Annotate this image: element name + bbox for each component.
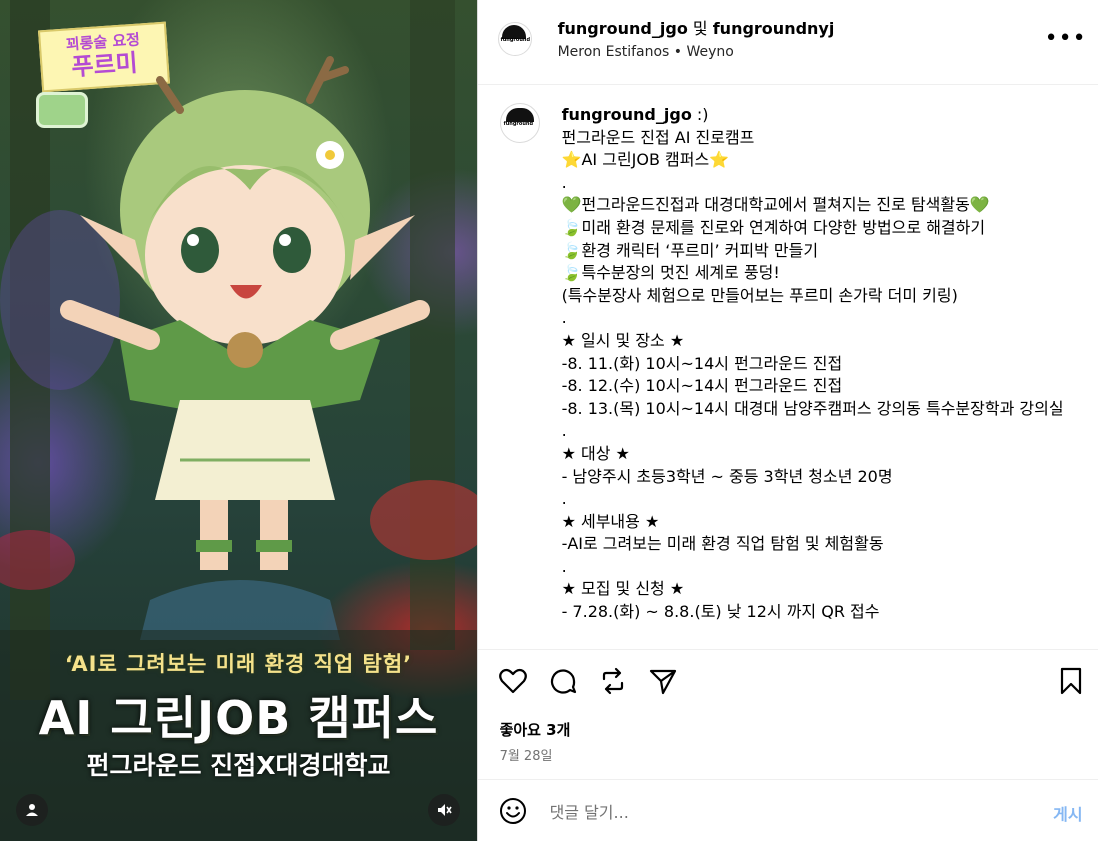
comment-icon[interactable] [548, 666, 578, 696]
post-authors: funground_jgo 및 fungroundnyj [558, 15, 835, 39]
caption-username[interactable]: funground_jgo [562, 105, 692, 124]
bookmark-icon[interactable] [1056, 666, 1086, 696]
elf-character-illustration [60, 56, 430, 570]
comment-input[interactable] [547, 800, 1002, 824]
post-date[interactable]: 7월 28일 [500, 745, 553, 764]
mute-button[interactable] [428, 794, 460, 826]
user-tag-button[interactable] [16, 794, 48, 826]
post-header: funground funground_jgo 및 fungroundnyj M… [477, 0, 1098, 85]
post-comment-button[interactable]: 게시 [1053, 801, 1082, 825]
mute-icon [438, 804, 452, 816]
user-tag-icon [26, 804, 38, 816]
emoji-icon[interactable] [498, 796, 528, 826]
comment-bar: 게시 [477, 779, 1098, 842]
heart-icon[interactable] [498, 666, 528, 696]
account-avatar[interactable]: funground [497, 22, 532, 56]
caption-text: funground_jgo :) 펀그라운드 진접 AI 진로캠프 ⭐AI 그린… [562, 104, 1082, 624]
post-media[interactable]: 꾀롱술 요정 푸르미 ‘AI로 그려보는 미래 환경 직업 탐험’ AI 그린J… [0, 0, 477, 841]
post-sidebar: funground funground_jgo 및 fungroundnyj M… [476, 0, 1098, 842]
audio-label[interactable]: Meron Estifanos • Weyno [558, 44, 734, 60]
action-bar: 좋아요 3개 7월 28일 [477, 649, 1098, 780]
author-link-1[interactable]: funground_jgo [558, 19, 688, 38]
media-subtitle: ‘AI로 그려보는 미래 환경 직업 탐험’ [64, 652, 413, 676]
more-options-button[interactable]: ••• [1045, 26, 1087, 51]
repost-icon[interactable] [598, 666, 628, 696]
authors-joiner: 및 [687, 19, 713, 38]
like-count[interactable]: 좋아요 3개 [500, 719, 571, 740]
caption-avatar[interactable]: funground [499, 103, 540, 143]
caption-area: funground funground_jgo :) 펀그라운드 진접 AI 진… [478, 85, 1098, 648]
caption-body: :) 펀그라운드 진접 AI 진로캠프 ⭐AI 그린JOB 캠퍼스⭐ . 💚펀그… [561, 105, 1064, 622]
media-title: AI 그린JOB 캠퍼스 [38, 691, 439, 745]
media-org: 펀그라운드 진접X대경대학교 [86, 751, 391, 780]
author-link-2[interactable]: fungroundnyj [713, 19, 835, 38]
share-icon[interactable] [648, 666, 678, 696]
